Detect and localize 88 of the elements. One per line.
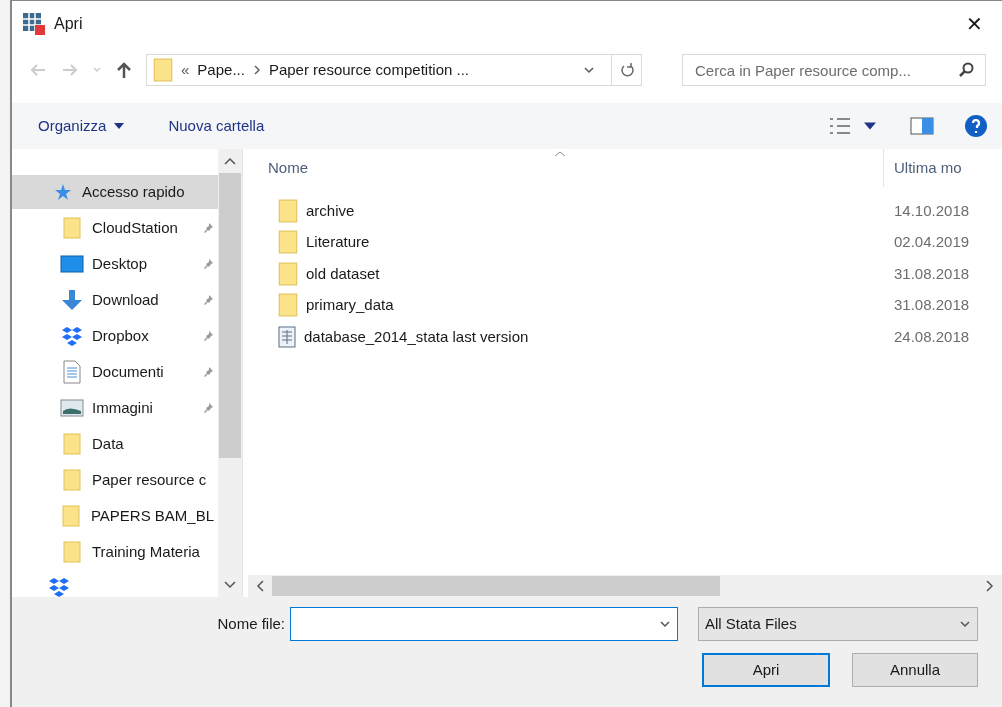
sidebar-item[interactable]: Immagini [12,391,218,425]
cancel-button[interactable]: Annulla [852,653,978,687]
sidebar-item[interactable]: Data [12,427,218,461]
sidebar-item[interactable]: Training Materia [12,535,218,569]
folder-icon [278,293,298,318]
scrollbar-thumb[interactable] [219,173,241,458]
sidebar-label: Immagini [92,397,154,418]
organize-button[interactable]: Organizza [38,114,125,138]
sidebar-label: Paper resource c [92,469,208,490]
file-type-dropdown[interactable]: All Stata Files [698,607,978,641]
breadcrumb-item[interactable]: Pape... [197,58,245,82]
column-header[interactable]: Nome [248,149,884,187]
document-icon [63,360,81,384]
modified-date: 31.08.2018 [893,295,970,315]
dropbox-icon [61,326,83,346]
preview-pane-icon[interactable] [910,117,934,135]
file-row[interactable]: primary_data 31.08.2018 [248,289,1002,321]
help-icon[interactable] [964,114,988,138]
sidebar-item[interactable]: PAPERS BAM_BL [12,499,218,533]
sidebar-label: Training Materia [92,541,201,562]
file-name: primary_data [306,295,394,315]
monitor-icon [60,255,84,273]
data-file-icon [278,325,296,348]
sidebar-item[interactable]: Download [12,283,218,317]
down-arrow-icon [60,289,84,311]
file-name: old dataset [306,263,380,284]
file-name: Literature [306,232,370,252]
folder-icon [278,261,298,286]
sidebar-item[interactable]: Paper resource c [12,463,218,497]
filename-label: Nome file: [217,613,285,634]
caret-icon[interactable] [864,122,876,130]
file-row[interactable]: old dataset 31.08.2018 [248,258,1002,290]
dropbox-icon [48,577,70,597]
sidebar-item[interactable]: Documenti [12,355,218,389]
sidebar-item[interactable]: Accesso rapido [12,175,218,209]
sidebar-label: Desktop [92,253,149,274]
address-bar[interactable]: « Pape... Paper resource competition ... [146,54,642,86]
scroll-up-icon[interactable] [224,157,236,165]
open-button[interactable]: Apri [702,653,830,687]
modified-date: 31.08.2018 [893,263,970,284]
file-row[interactable]: database_2014_stata last version 24.08.2018 [248,321,1002,353]
folder-icon [62,505,81,527]
new-folder-button[interactable]: Nuova cartella [168,114,265,138]
chevron-down-icon [959,618,971,630]
scroll-right-icon[interactable] [986,580,994,592]
sidebar-label: Download [92,289,160,310]
scroll-down-icon[interactable] [224,581,236,589]
chevron-down-icon [659,618,671,630]
sidebar-label: Dropbox [92,325,150,346]
file-row[interactable]: archive 14.10.2018 [248,195,1002,227]
picture-icon [60,399,84,417]
view-list-icon[interactable] [828,117,852,135]
refresh-icon [618,62,635,78]
scrollbar-thumb[interactable] [272,576,720,596]
sidebar-label: Documenti [92,361,165,382]
caret-icon [114,123,125,129]
chevron-down-icon[interactable] [583,64,595,76]
breadcrumb-prefix: « [181,59,190,80]
filename-field[interactable] [290,607,678,641]
folder-icon [63,217,81,239]
folder-icon [63,469,81,491]
window-title: Apri [54,14,84,34]
modified-date: 24.08.2018 [893,326,970,347]
sidebar-item[interactable]: Dropbox [12,319,218,353]
folder-icon [63,433,81,455]
scroll-left-icon[interactable] [256,580,264,592]
folder-icon [278,198,298,223]
folder-icon [153,58,173,82]
search-field[interactable]: Cerca in Paper resource comp... [682,54,986,86]
chevron-right-icon [252,65,261,75]
folder-icon [278,230,298,255]
folder-icon [63,541,81,563]
close-button[interactable]: ✕ [954,8,994,40]
sidebar-item[interactable]: Desktop [12,247,218,281]
breadcrumb-item[interactable]: Paper resource competition ... [268,58,469,82]
sidebar-label: Accesso rapido [82,181,186,202]
sidebar-item[interactable]: CloudStation [12,211,218,245]
file-row[interactable]: Literature 02.04.2019 [248,226,1002,258]
modified-date: 14.10.2018 [893,200,970,221]
sidebar-label: Data [92,433,125,454]
file-name: database_2014_stata last version [304,326,529,347]
file-name: archive [306,200,355,221]
modified-date: 02.04.2019 [893,232,970,252]
column-header[interactable]: Ultima mo [884,149,1002,187]
app-icon [22,12,46,36]
sidebar-label: CloudStation [92,217,179,238]
sidebar-label: PAPERS BAM_BL [90,505,214,526]
search-icon [958,62,974,78]
